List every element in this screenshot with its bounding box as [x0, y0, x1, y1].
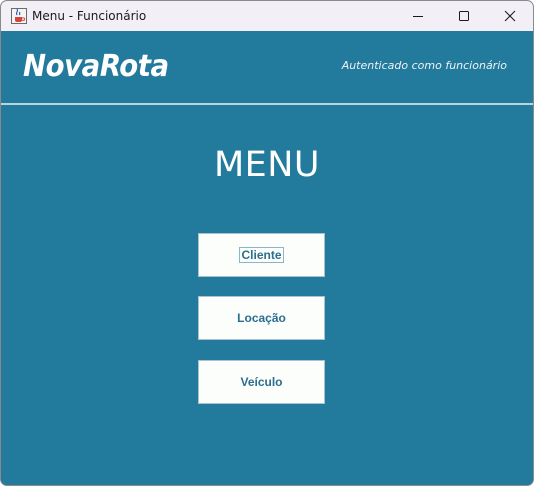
minimize-button[interactable] [395, 1, 441, 31]
locacao-button[interactable]: Locação [198, 296, 325, 340]
java-coffee-icon [11, 8, 27, 24]
brand-logo: NovaRota [23, 49, 169, 84]
close-button[interactable] [487, 1, 533, 31]
locacao-button-label: Locação [237, 311, 286, 325]
content-panel: NovaRota Autenticado como funcionário ME… [1, 31, 533, 485]
cliente-button[interactable]: Cliente [198, 233, 325, 277]
cliente-button-label: Cliente [239, 247, 284, 263]
app-window: Menu - Funcionário NovaRota Autenticado … [0, 0, 534, 486]
page-title: MENU [213, 145, 321, 185]
auth-status-label: Autenticado como funcionário [341, 59, 507, 72]
title-bar[interactable]: Menu - Funcionário [1, 1, 533, 31]
veiculo-button[interactable]: Veículo [198, 360, 325, 404]
window-title: Menu - Funcionário [32, 9, 147, 23]
veiculo-button-label: Veículo [240, 375, 283, 389]
minimize-icon [413, 16, 423, 17]
close-icon [504, 10, 516, 22]
maximize-icon [459, 11, 469, 21]
maximize-button[interactable] [441, 1, 487, 31]
header-divider [1, 103, 533, 105]
